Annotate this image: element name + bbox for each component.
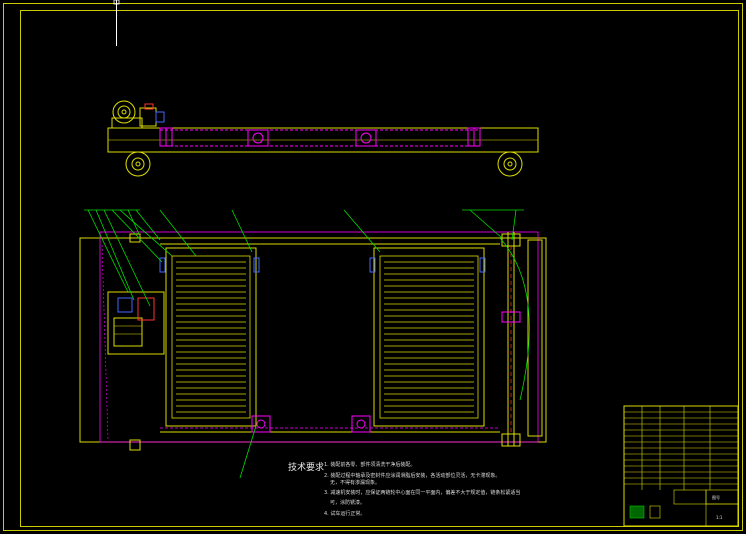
side-wheel-right (497, 151, 523, 177)
construction-line (101, 244, 109, 441)
motor-circle (112, 100, 136, 124)
title-block-label: 图号 (712, 494, 720, 500)
plan-gearbox (137, 297, 155, 321)
plan-motor-body (113, 317, 143, 347)
side-sprocket-left (159, 127, 173, 147)
side-sprocket-mid-left (247, 129, 269, 147)
plan-sprocket-bottom-right (351, 415, 371, 433)
tech-note-3: 3. 减速机安装时，应保证两链轮中心面在同一平面内，偏差不大于规定值，链条松紧适… (324, 490, 521, 496)
grate-panel-left (165, 247, 257, 427)
plan-chassis (79, 237, 547, 443)
tech-note-2: 2. 装配过程中轴承及密封件应涂润滑脂后安装，各活动部位灵活，无卡滞现象。 (324, 473, 501, 479)
leader-lines (84, 209, 530, 479)
side-view (107, 100, 539, 177)
gearbox-flange (155, 111, 165, 123)
drawing-outer-border (3, 3, 743, 531)
grate-panel-right (373, 247, 485, 427)
side-wheel-left (125, 151, 151, 177)
motor-circle-inner (117, 105, 131, 119)
plan-motor-box (107, 291, 165, 355)
tech-requirements-title: 技术要求 (288, 463, 325, 473)
tech-note-2-cont: 无，不得有渗漏现象。 (330, 480, 381, 486)
tech-note-3-cont: 可，涂防锈漆。 (330, 500, 366, 506)
drawing-inner-border (20, 10, 739, 527)
side-sprocket-mid-right (355, 129, 377, 147)
cad-drawing-canvas: 1:1 图号 (3, 0, 743, 531)
plan-end-plate (527, 239, 543, 437)
panel-bracket-l1 (159, 257, 166, 273)
motor-shaft (121, 109, 127, 115)
plan-view (79, 209, 547, 479)
tech-note-1: 1. 装配前各零、部件须清洗干净后装配。 (324, 462, 416, 468)
plan-coupling (117, 297, 133, 313)
title-block-scale: 1:1 (716, 515, 723, 520)
title-block (623, 405, 739, 527)
tech-note-4: 4. 试车运行正常。 (324, 511, 366, 517)
side-sprocket-right (467, 127, 481, 147)
